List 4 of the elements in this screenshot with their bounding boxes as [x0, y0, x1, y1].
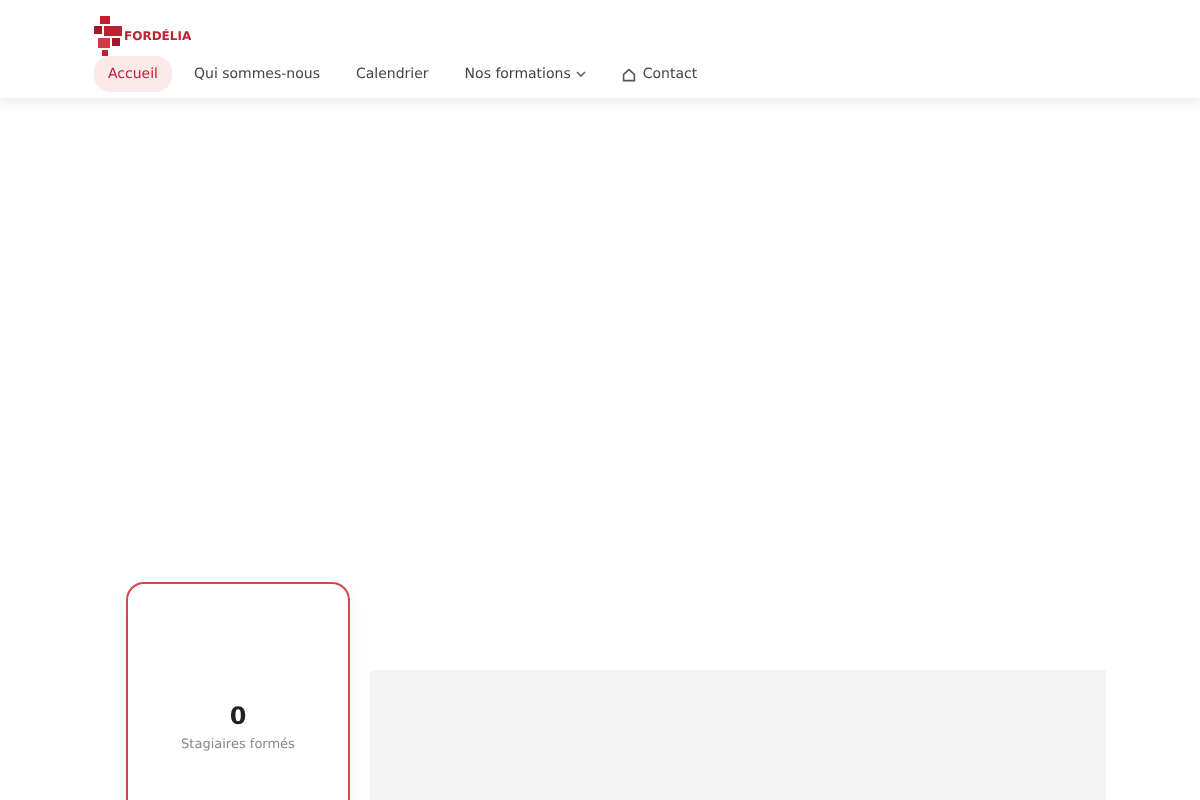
logo-icon	[94, 16, 122, 56]
chevron-down-icon	[576, 70, 587, 78]
stat-value: 0	[229, 702, 247, 730]
house-icon	[622, 67, 637, 81]
